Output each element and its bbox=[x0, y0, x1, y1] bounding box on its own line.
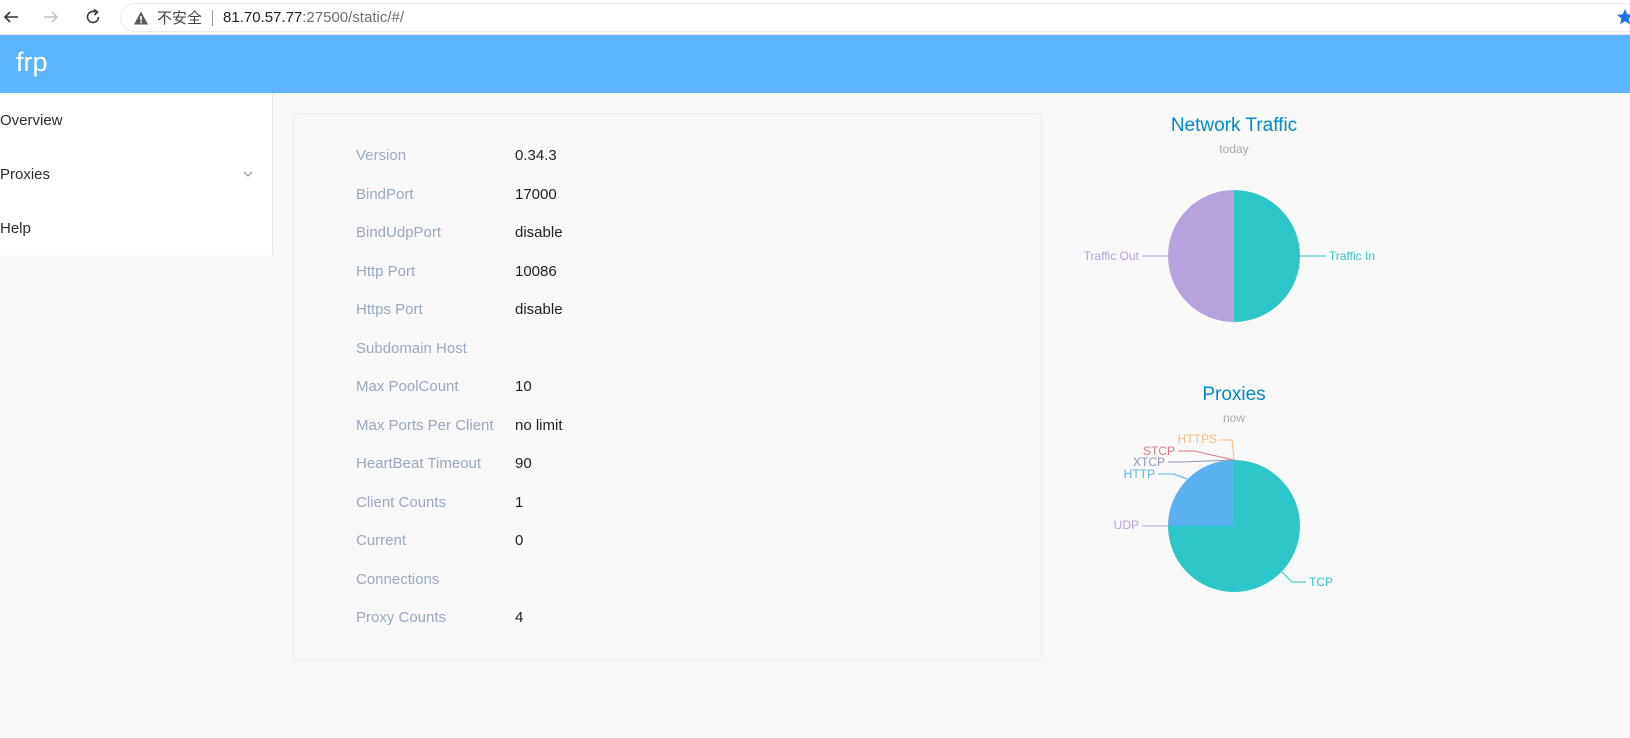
chart-subtitle: now bbox=[1223, 411, 1245, 425]
info-label: BindPort bbox=[356, 186, 414, 203]
info-label: Https Port bbox=[356, 301, 423, 318]
info-value: no limit bbox=[515, 417, 563, 434]
sidebar-item-overview[interactable]: Overview bbox=[0, 93, 272, 147]
info-label: Http Port bbox=[356, 263, 416, 280]
proxies-chart: Proxies now TCP UDP HTTP XTCP STCP HTTPS bbox=[1064, 378, 1404, 608]
info-value: 0 bbox=[515, 532, 524, 549]
info-value: 10 bbox=[515, 378, 532, 395]
pie-label-http: HTTP bbox=[1124, 467, 1155, 481]
pie-label-line-http bbox=[1158, 473, 1188, 480]
info-label: Client Counts bbox=[356, 494, 447, 511]
bookmark-star-icon[interactable] bbox=[1616, 8, 1630, 26]
sidebar-item-label: Help bbox=[0, 219, 31, 237]
info-value: 1 bbox=[515, 494, 524, 511]
info-label: Connections bbox=[356, 571, 440, 588]
chevron-down-icon bbox=[243, 171, 253, 177]
info-value: 17000 bbox=[515, 186, 557, 203]
arrow-left-icon bbox=[3, 11, 18, 23]
network-traffic-chart: Network Traffic today Traffic In Traffic … bbox=[1064, 108, 1404, 343]
app-title[interactable]: frp bbox=[16, 47, 48, 78]
info-label: Current bbox=[356, 532, 407, 549]
info-value: 4 bbox=[515, 609, 524, 626]
sidebar-item-label: Overview bbox=[0, 111, 63, 129]
info-value: 0.34.3 bbox=[515, 147, 557, 164]
pie-label-tcp: TCP bbox=[1309, 575, 1333, 589]
pie-label-line-stcp bbox=[1178, 450, 1235, 461]
info-label: HeartBeat Timeout bbox=[356, 455, 482, 472]
info-value: 90 bbox=[515, 455, 532, 472]
chart-title: Proxies bbox=[1202, 384, 1265, 405]
pie-slice-traffic-out[interactable] bbox=[1168, 190, 1234, 322]
arrow-right-icon bbox=[44, 11, 59, 23]
info-label: Max Ports Per Client bbox=[356, 417, 494, 434]
security-status[interactable]: 不安全 bbox=[157, 7, 202, 28]
pie-label-udp: UDP bbox=[1114, 518, 1139, 532]
info-value: disable bbox=[515, 301, 563, 318]
chart-subtitle: today bbox=[1219, 142, 1248, 156]
url-path: :27500/static/#/ bbox=[302, 9, 404, 26]
info-label: BindUdpPort bbox=[356, 224, 442, 241]
pie-label-traffic-out: Traffic Out bbox=[1084, 249, 1140, 263]
pie-slice-http[interactable] bbox=[1168, 460, 1234, 526]
sidebar-item-label: Proxies bbox=[0, 165, 51, 183]
info-label: Max PoolCount bbox=[356, 378, 459, 395]
pie-slice-traffic-in[interactable] bbox=[1234, 190, 1300, 322]
warning-icon bbox=[133, 9, 151, 27]
sidebar-item-proxies[interactable]: Proxies bbox=[0, 147, 272, 201]
address-divider bbox=[212, 9, 214, 26]
sidebar-item-help[interactable]: Help bbox=[0, 201, 272, 255]
chart-title: Network Traffic bbox=[1171, 115, 1297, 136]
back-button[interactable] bbox=[0, 6, 22, 28]
url-host: 81.70.57.77 bbox=[223, 9, 303, 26]
server-info-panel: Version 0.34.3 BindPort 17000 BindUdpPor… bbox=[293, 113, 1042, 661]
app-header: frp bbox=[0, 35, 1630, 93]
reload-icon bbox=[86, 8, 100, 24]
pie-label-traffic-in: Traffic In bbox=[1329, 249, 1375, 263]
info-label: Version bbox=[356, 147, 407, 164]
sidebar: Overview Proxies Help bbox=[0, 93, 273, 255]
info-label: Proxy Counts bbox=[356, 609, 447, 626]
pie-label-stcp: STCP bbox=[1143, 444, 1175, 458]
address-bar[interactable]: 不安全 81.70.57.77 :27500/static/#/ bbox=[120, 3, 1630, 32]
info-value: disable bbox=[515, 224, 563, 241]
info-value: 10086 bbox=[515, 263, 557, 280]
reload-button[interactable] bbox=[82, 6, 104, 28]
info-label: Subdomain Host bbox=[356, 340, 467, 357]
pie-label-line-tcp bbox=[1281, 571, 1306, 583]
pie-label-https: HTTPS bbox=[1178, 432, 1217, 446]
browser-toolbar: 不安全 81.70.57.77 :27500/static/#/ bbox=[0, 0, 1630, 35]
forward-button[interactable] bbox=[40, 6, 62, 28]
